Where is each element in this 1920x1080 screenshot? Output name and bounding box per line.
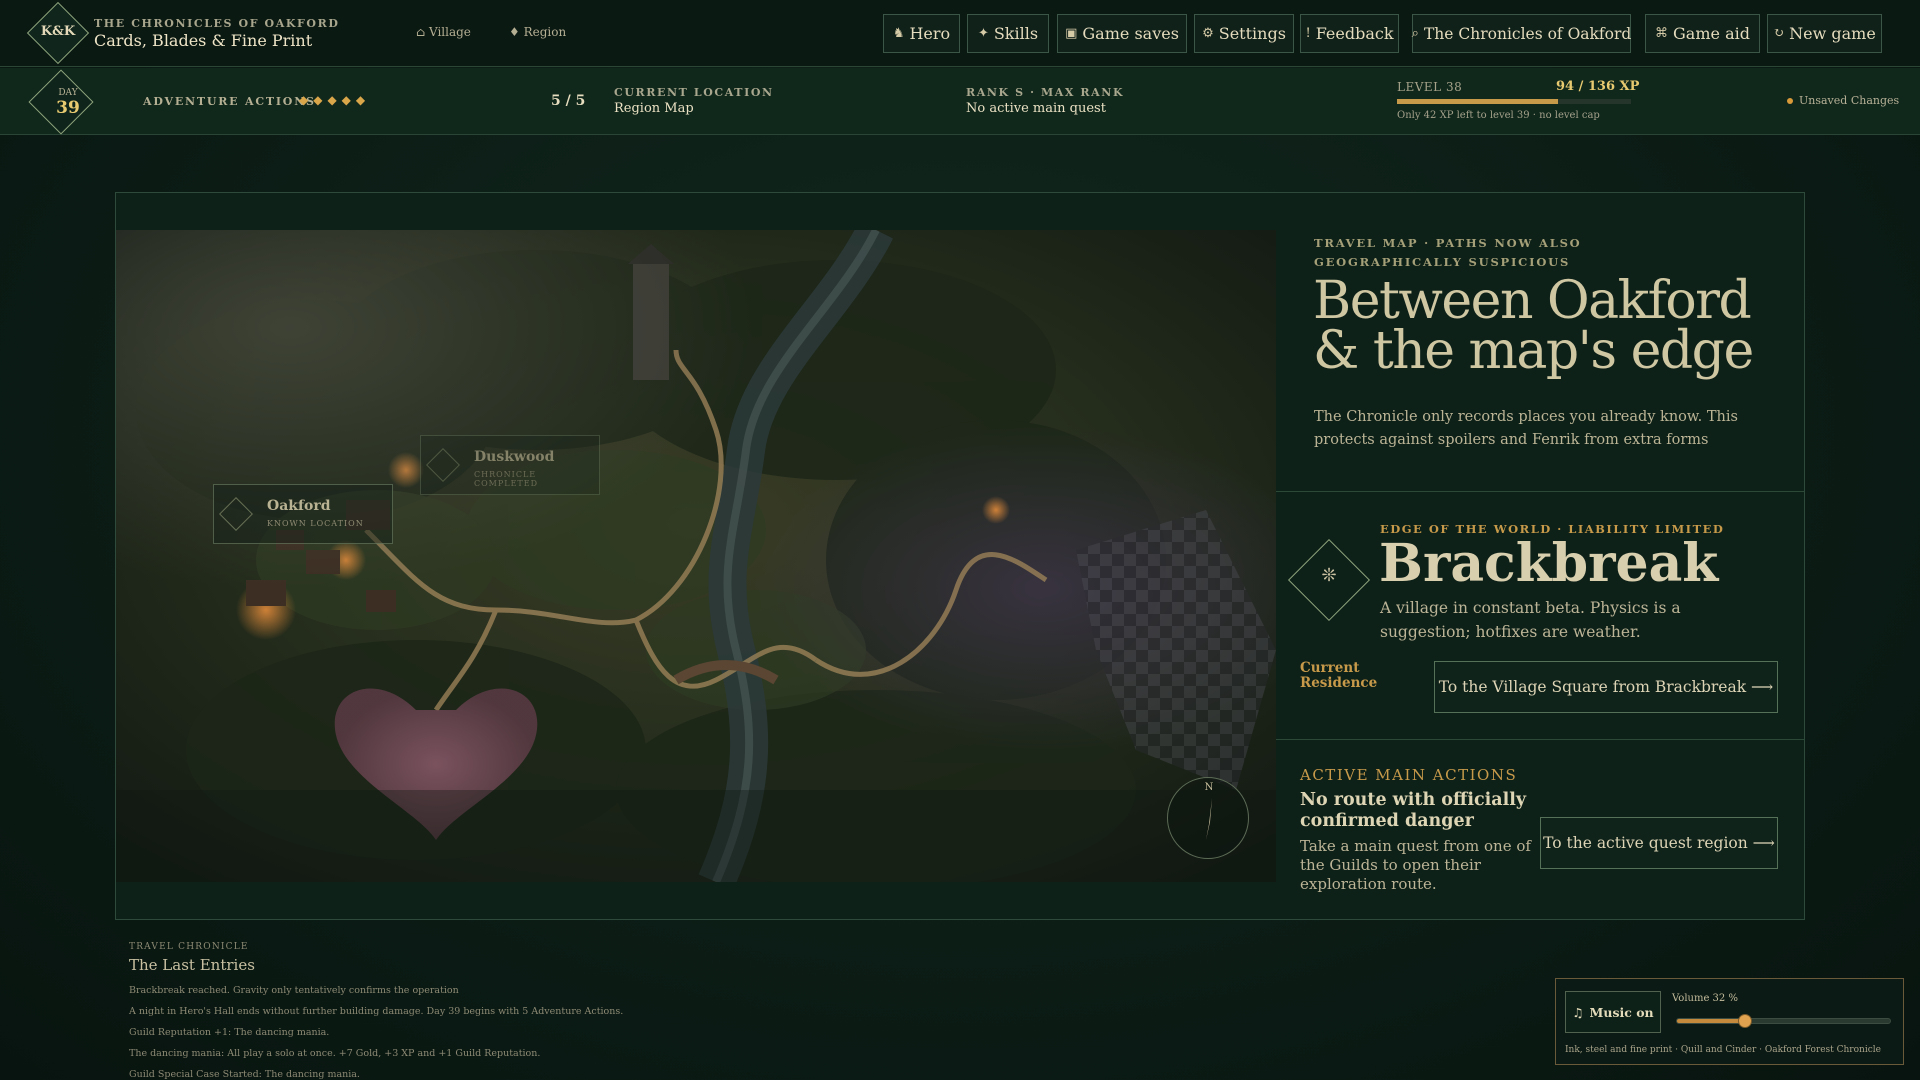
location-status: CHRONICLE COMPLETED bbox=[474, 470, 538, 488]
top-bar: K&K THE CHRONICLES OF OAKFORD Cards, Bla… bbox=[0, 0, 1920, 67]
chronicle-entry: Guild Reputation +1: The dancing mania. bbox=[129, 1027, 330, 1038]
chronicle-entry: A night in Hero's Hall ends without furt… bbox=[129, 1006, 624, 1017]
unsaved-dot-icon bbox=[1787, 97, 1793, 104]
nav-new-game-button[interactable]: ↻ New game bbox=[1767, 14, 1882, 53]
compass-needle-icon bbox=[1206, 798, 1212, 840]
nav-label: Settings bbox=[1218, 24, 1286, 43]
panel-title: Between Oakford & the map's edge bbox=[1313, 271, 1754, 381]
brand-title: Cards, Blades & Fine Print bbox=[94, 31, 313, 50]
music-toggle-button[interactable]: ♫ Music on bbox=[1565, 991, 1661, 1033]
chronicle-caption: TRAVEL CHRONICLE bbox=[129, 942, 249, 952]
day-number: 39 bbox=[56, 98, 80, 118]
brand-subtitle: THE CHRONICLES OF OAKFORD bbox=[94, 17, 340, 30]
location-diamond-icon bbox=[426, 448, 460, 482]
active-quest-region-button[interactable]: To the active quest region ⟶ bbox=[1540, 817, 1778, 869]
village-name: Brackbreak bbox=[1379, 533, 1719, 594]
volume-slider[interactable] bbox=[1676, 1014, 1891, 1028]
day-label: DAY bbox=[58, 88, 78, 98]
level-label: LEVEL 38 bbox=[1397, 80, 1463, 94]
unsaved-label: Unsaved Changes bbox=[1799, 94, 1900, 107]
rank-label: RANK S · MAX RANK bbox=[966, 86, 1125, 99]
rank-value: No active main quest bbox=[966, 101, 1106, 116]
adventure-action-pips: ◆◆◆◆◆ bbox=[299, 93, 371, 107]
volume-fill bbox=[1677, 1019, 1746, 1023]
command-icon: ⌘ bbox=[1655, 26, 1669, 41]
main-actions-caption: ACTIVE MAIN ACTIONS bbox=[1300, 766, 1518, 784]
unsaved-indicator[interactable]: Unsaved Changes bbox=[1787, 94, 1899, 107]
adventure-actions-label: ADVENTURE ACTIONS bbox=[143, 95, 316, 108]
star-icon: ✦ bbox=[977, 26, 989, 41]
chronicle-list: Brackbreak reached. Gravity only tentati… bbox=[129, 983, 1029, 1080]
crumb-village[interactable]: ⌂ Village bbox=[416, 25, 471, 39]
location-diamond-icon bbox=[219, 497, 253, 531]
location-name: Oakford bbox=[267, 498, 331, 514]
volume-label: Volume 32 % bbox=[1672, 993, 1738, 1004]
gear-icon: ⚙ bbox=[1202, 26, 1214, 41]
nav-game-saves-button[interactable]: ▣ Game saves bbox=[1057, 14, 1187, 53]
map-illustration bbox=[116, 230, 1276, 882]
snowflake-icon: ❊ bbox=[1321, 565, 1337, 586]
village-square-button[interactable]: To the Village Square from Brackbreak ⟶ bbox=[1434, 661, 1778, 713]
main-actions-title: No route with officially confirmed dange… bbox=[1300, 790, 1527, 831]
panel-description: The Chronicle only records places you al… bbox=[1314, 409, 1738, 448]
save-icon: ▣ bbox=[1065, 26, 1078, 41]
nav-label: Skills bbox=[993, 24, 1039, 43]
chronicle-entry: Brackbreak reached. Gravity only tentati… bbox=[129, 985, 459, 996]
nav-label: Game aid bbox=[1673, 24, 1750, 43]
music-toggle-label: Music on bbox=[1589, 1004, 1654, 1020]
current-location-value: Region Map bbox=[614, 101, 694, 116]
nav-label: Feedback bbox=[1315, 24, 1394, 43]
xp-progress-fill bbox=[1397, 99, 1559, 104]
nav-hero-button[interactable]: ♞ Hero bbox=[883, 14, 960, 53]
location-duskwood[interactable]: Duskwood CHRONICLE COMPLETED bbox=[420, 435, 600, 495]
location-name: Duskwood bbox=[474, 449, 555, 465]
current-residence-label: Current Residence bbox=[1300, 660, 1378, 691]
exclamation-icon: ! bbox=[1305, 26, 1311, 41]
chronicle-entry: Guild Special Case Started: The dancing … bbox=[129, 1069, 360, 1080]
logo-text: K&K bbox=[40, 24, 76, 39]
chronicle-entry: The dancing mania: All play a solo at on… bbox=[129, 1048, 541, 1059]
xp-value: 94 / 136 XP bbox=[1556, 79, 1640, 94]
main-actions-description: Take a main quest from one of the Guilds… bbox=[1300, 837, 1531, 893]
travel-map-caption: TRAVEL MAP · PATHS NOW ALSO GEOGRAPHICAL… bbox=[1314, 236, 1582, 269]
music-note-icon: ♫ bbox=[1572, 1004, 1584, 1020]
refresh-icon: ↻ bbox=[1773, 26, 1785, 41]
location-status: KNOWN LOCATION bbox=[267, 519, 364, 528]
nav-label: The Chronicles of Oakford bbox=[1423, 24, 1632, 43]
music-credits: Ink, steel and fine print · Quill and Ci… bbox=[1565, 1045, 1881, 1055]
crumb-label: Region bbox=[523, 25, 567, 39]
adventure-actions-count: 5 / 5 bbox=[551, 93, 586, 109]
nav-label: New game bbox=[1789, 24, 1876, 43]
region-map[interactable]: Oakford KNOWN LOCATION Duskwood CHRONICL… bbox=[116, 230, 1276, 882]
home-icon: ⌂ bbox=[416, 25, 426, 39]
divider bbox=[1276, 491, 1804, 492]
search-icon: ⌕ bbox=[1411, 26, 1419, 41]
nav-label: Game saves bbox=[1082, 24, 1179, 43]
village-description: A village in constant beta. Physics is a… bbox=[1380, 599, 1681, 641]
crumb-label: Village bbox=[429, 25, 471, 39]
knight-icon: ♞ bbox=[892, 26, 905, 41]
nav-label: Hero bbox=[909, 24, 951, 43]
nav-skills-button[interactable]: ✦ Skills bbox=[967, 14, 1049, 53]
xp-note: Only 42 XP left to level 39 · no level c… bbox=[1397, 110, 1600, 121]
nav-game-aid-button[interactable]: ⌘ Game aid bbox=[1645, 14, 1760, 53]
diamond-icon: ♦ bbox=[509, 25, 520, 39]
chronicle-title: The Last Entries bbox=[129, 956, 255, 974]
nav-settings-button[interactable]: ⚙ Settings bbox=[1194, 14, 1294, 53]
divider bbox=[1276, 739, 1804, 740]
status-bar: DAY 39 ADVENTURE ACTIONS ◆◆◆◆◆ 5 / 5 CUR… bbox=[0, 68, 1920, 135]
crumb-region[interactable]: ♦ Region bbox=[509, 25, 566, 39]
current-location-label: CURRENT LOCATION bbox=[614, 86, 774, 99]
compass: N bbox=[1167, 777, 1249, 859]
music-panel: ♫ Music on Volume 32 % Ink, steel and fi… bbox=[1555, 978, 1904, 1065]
nav-chronicles-button[interactable]: ⌕ The Chronicles of Oakford bbox=[1412, 14, 1631, 53]
location-oakford[interactable]: Oakford KNOWN LOCATION bbox=[213, 484, 393, 544]
volume-handle[interactable] bbox=[1738, 1014, 1753, 1028]
nav-feedback-button[interactable]: ! Feedback bbox=[1300, 14, 1399, 53]
xp-progress-bar bbox=[1397, 99, 1631, 104]
